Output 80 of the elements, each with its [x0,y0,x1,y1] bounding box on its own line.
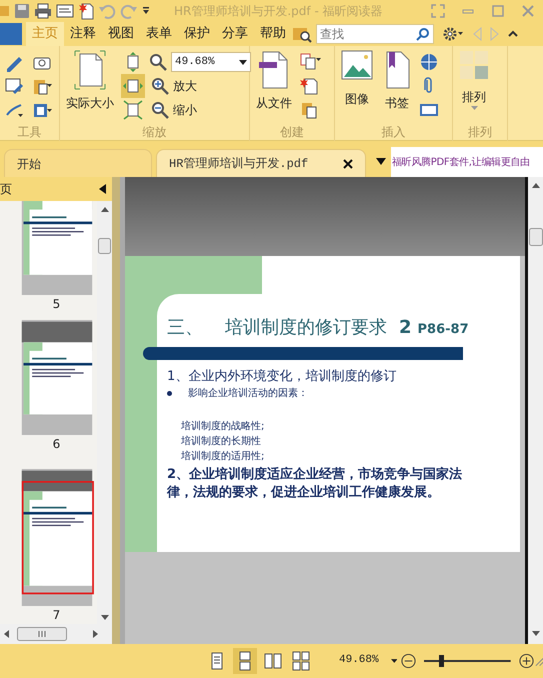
large-button[interactable]: 实际大小 [63,50,117,123]
menu-tab[interactable]: 视图 [102,22,140,46]
document-tab[interactable]: 开始 [4,149,152,177]
menu-tab[interactable]: 帮助 [254,22,292,46]
resize-grip-icon[interactable] [534,656,543,666]
large-button[interactable]: 从文件 [253,50,295,123]
zoom-in-icon[interactable] [518,652,534,668]
facing-pages-icon [263,650,283,670]
scroll-left-icon[interactable] [4,630,9,638]
panel-title: 页 [0,181,12,198]
page-number: 6 [52,436,62,454]
magnifier-icon[interactable] [149,53,167,71]
pages-icon [300,52,322,72]
menu-tab[interactable]: 表单 [140,22,178,46]
scroll-up-icon[interactable] [100,207,108,212]
fit-visible-button[interactable] [121,98,145,122]
continuous-page-button[interactable] [233,648,257,674]
slide-text: 培训制度的长期性 [180,434,262,450]
large-button[interactable]: 书签 [380,50,414,123]
search-icon [416,27,430,41]
zoom-out-icon[interactable] [401,652,416,668]
group-label: 插入 [380,124,406,141]
menu-tab[interactable]: 注释 [64,22,102,46]
settings-icon[interactable] [442,26,464,42]
menu-tab[interactable]: 分享 [216,22,254,46]
page-number: 7 [52,606,62,624]
new-document-icon[interactable] [78,2,94,20]
page-icon [74,50,106,90]
slide-text: 培训制度的战略性; [180,420,266,434]
window-title: HR管理师培训与开发.pdf - 福昕阅读器 [174,3,383,20]
ad-banner[interactable]: 福昕风腾PDF套件,让编辑更自由 [391,147,543,177]
search-field[interactable]: 查找 [316,24,434,44]
continuous-facing-icon [291,650,311,670]
collapse-icon[interactable] [508,29,518,39]
caret-icon [470,106,478,110]
zoom-combo[interactable]: 49.68% [171,52,251,72]
scroll-thumb[interactable] [98,238,111,254]
print-icon[interactable] [34,3,52,19]
new-page-icon [300,76,320,96]
menu-tab[interactable]: 保护 [178,22,216,46]
group-label: 创建 [279,124,305,141]
page-number: 5 [52,296,62,314]
scroll-thumb[interactable] [17,627,67,641]
slider-thumb[interactable] [439,654,444,666]
scroll-thumb[interactable] [528,228,542,246]
slide-title: 三、 培训制度的修订要求 2 P86-87 [167,316,470,340]
group-label: 工具 [16,124,42,141]
slide-text: 培训制度的适用性; [180,450,266,464]
caret-icon [239,60,247,64]
globe-icon [419,52,439,72]
large-button[interactable]: 排列 [456,50,492,123]
large-button[interactable]: 图像 [338,50,376,123]
scroll-up-icon[interactable] [532,183,540,188]
zoom-out-icon [151,101,169,119]
save-icon[interactable] [14,3,30,19]
close-tab-icon[interactable] [343,158,353,168]
collapse-panel-icon[interactable] [99,184,106,194]
slide-text: 2、企业培训制度适应企业经营，市场竞争与国家法律，法规的要求，促进企业培训工作健康发展。 [167,466,464,502]
slide-text: 影响企业培训活动的因素： [188,386,308,402]
scroll-down-icon[interactable] [532,631,540,636]
bullet-icon [167,391,172,396]
group-label: 缩放 [142,124,168,141]
zoom-in-icon [151,77,169,95]
slide-text: 1、企业内外环境变化，培训制度的修订 [167,368,398,386]
group-label: 排列 [467,124,493,141]
find-folder-icon[interactable] [292,25,312,43]
document-tab[interactable]: HR管理师培训与开发.pdf [156,149,366,177]
envelope-icon[interactable] [56,3,74,19]
document-icon [259,50,289,90]
fit-visible-icon [122,99,144,121]
fit-width-button[interactable] [121,74,145,98]
tab-list-icon[interactable] [376,158,386,165]
zoom-out-button[interactable]: 缩小 [149,98,251,122]
note-icon [4,76,24,96]
dropdown-icon[interactable] [142,6,150,16]
zoom-dropdown-icon[interactable] [390,658,398,662]
zoom-in-button[interactable]: 放大 [149,74,251,98]
scroll-down-icon[interactable] [100,615,108,620]
scroll-right-icon[interactable] [93,630,98,638]
zoom-level[interactable]: 49.68% [339,652,379,669]
